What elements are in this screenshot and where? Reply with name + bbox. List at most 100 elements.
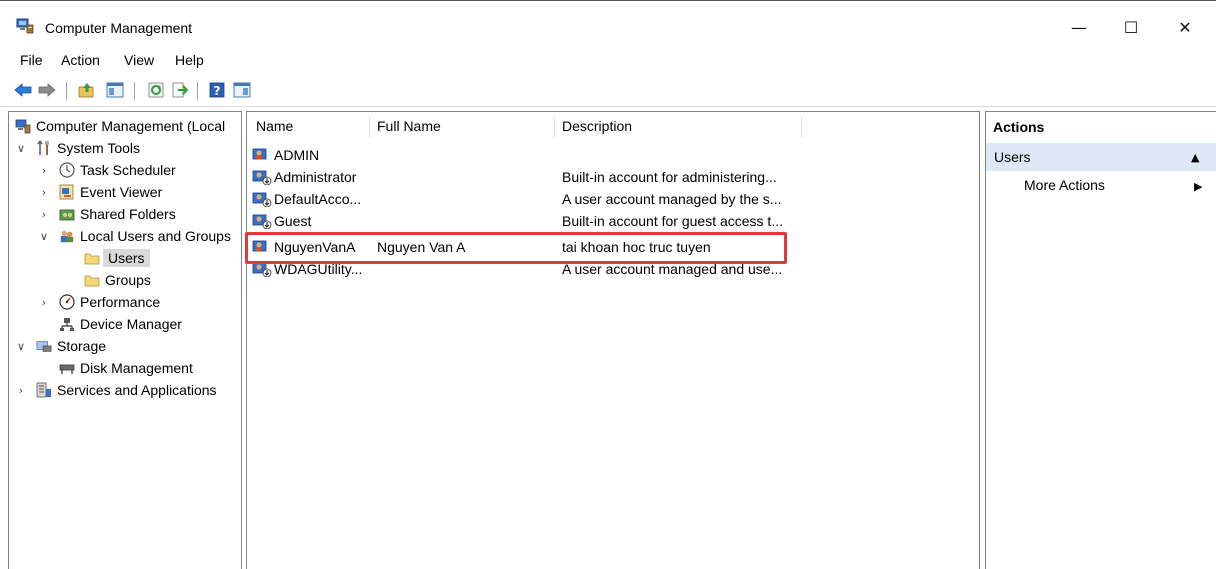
list-item[interactable]: WDAGUtility... A user account managed an… <box>247 258 979 280</box>
user-icon <box>252 147 272 163</box>
menu-view[interactable]: View <box>124 52 154 68</box>
toolbar: ? <box>0 75 1216 107</box>
performance-icon <box>59 294 75 310</box>
column-header-description[interactable]: Description <box>562 118 632 134</box>
tree-label: Disk Management <box>80 360 193 376</box>
list-item[interactable]: DefaultAcco... A user account managed by… <box>247 188 979 210</box>
show-hide-tree-icon[interactable] <box>104 79 126 101</box>
window-title: Computer Management <box>45 20 193 36</box>
user-description: Built-in account for administering... <box>562 169 777 185</box>
tree-label: Services and Applications <box>57 382 217 398</box>
column-divider[interactable] <box>554 116 555 138</box>
tree-item-local-users-groups[interactable]: Local Users and Groups <box>59 225 231 247</box>
help-icon[interactable]: ? <box>206 79 228 101</box>
disk-icon <box>59 360 75 376</box>
computer-management-icon <box>16 18 34 34</box>
folder-icon <box>84 250 100 266</box>
chevron-right-icon[interactable]: › <box>38 208 50 221</box>
actions-pane: Actions Users ▲ More Actions ▶ <box>985 111 1216 569</box>
tree-label: Storage <box>57 338 107 354</box>
up-folder-icon[interactable] <box>76 79 98 101</box>
disabled-user-icon <box>252 261 272 278</box>
users-group-icon <box>59 228 75 244</box>
chevron-right-icon[interactable]: › <box>38 296 50 309</box>
tree-label: Groups <box>105 272 151 288</box>
chevron-right-icon[interactable]: › <box>38 186 50 199</box>
tree-item-device-manager[interactable]: Device Manager <box>59 313 182 335</box>
menu-action[interactable]: Action <box>61 52 100 68</box>
menu-help[interactable]: Help <box>175 52 204 68</box>
tree-item-task-scheduler[interactable]: Task Scheduler <box>59 159 176 181</box>
svg-text:?: ? <box>214 84 221 98</box>
tree-item-shared-folders[interactable]: Shared Folders <box>59 203 176 225</box>
tools-icon <box>36 140 52 156</box>
minimize-button[interactable]: — <box>1056 9 1102 45</box>
device-manager-icon <box>59 316 75 332</box>
toolbar-separator <box>66 82 67 100</box>
tree-label: Event Viewer <box>80 184 163 200</box>
chevron-right-icon[interactable]: › <box>38 164 50 177</box>
chevron-down-icon[interactable]: ∨ <box>38 230 50 243</box>
toolbar-separator <box>197 82 198 100</box>
title-bar: Computer Management — ☐ ✕ <box>0 0 1216 44</box>
tree-label: System Tools <box>57 140 140 156</box>
tree-item-computer-management[interactable]: Computer Management (Local <box>15 115 225 137</box>
tree-item-users[interactable]: Users <box>84 247 150 269</box>
actions-header: Actions <box>993 119 1045 135</box>
export-list-icon[interactable] <box>169 79 191 101</box>
tree-item-disk-management[interactable]: Disk Management <box>59 357 193 379</box>
disabled-user-icon <box>252 191 272 208</box>
user-name: DefaultAcco... <box>274 191 362 207</box>
tree-label: Task Scheduler <box>80 162 176 178</box>
forward-arrow-icon[interactable] <box>36 79 58 101</box>
menu-file[interactable]: File <box>20 52 43 68</box>
chevron-right-icon[interactable]: › <box>15 384 27 397</box>
user-description: A user account managed and use... <box>562 261 783 277</box>
submenu-arrow-icon: ▶ <box>1194 180 1203 193</box>
users-list-view: Name Full Name Description ADMIN Adminis… <box>246 111 980 569</box>
list-item[interactable]: Guest Built-in account for guest access … <box>247 210 979 232</box>
back-arrow-icon[interactable] <box>12 79 34 101</box>
tree-item-event-viewer[interactable]: Event Viewer <box>59 181 162 203</box>
close-button[interactable]: ✕ <box>1162 9 1208 45</box>
column-header-full-name[interactable]: Full Name <box>377 118 441 134</box>
chevron-down-icon[interactable]: ∨ <box>15 340 27 353</box>
tree-label: Device Manager <box>80 316 182 332</box>
console-tree: Computer Management (Local ∨ System Tool… <box>8 111 242 569</box>
folder-icon <box>84 272 100 288</box>
tree-label: Users <box>103 249 150 267</box>
more-actions-label: More Actions <box>1024 177 1105 193</box>
tree-label: Performance <box>80 294 161 310</box>
tree-item-performance[interactable]: Performance <box>59 291 160 313</box>
disabled-user-icon <box>252 213 272 230</box>
show-hide-action-pane-icon[interactable] <box>231 79 253 101</box>
actions-section-label: Users <box>994 149 1031 165</box>
tree-item-storage[interactable]: Storage <box>36 335 106 357</box>
actions-section-users[interactable]: Users ▲ <box>986 143 1216 171</box>
more-actions-item[interactable]: More Actions ▶ <box>986 174 1216 200</box>
maximize-button[interactable]: ☐ <box>1108 9 1154 45</box>
chevron-down-icon[interactable]: ∨ <box>15 142 27 155</box>
user-name: NguyenVanA <box>274 239 356 255</box>
computer-management-icon <box>15 118 31 134</box>
user-description: tai khoan hoc truc tuyen <box>562 239 711 255</box>
user-icon <box>252 239 272 255</box>
tree-label: Computer Management (Local <box>36 118 226 134</box>
user-description: A user account managed by the s... <box>562 191 782 207</box>
list-item[interactable]: NguyenVanA Nguyen Van A tai khoan hoc tr… <box>247 236 979 258</box>
column-divider[interactable] <box>369 116 370 138</box>
refresh-icon[interactable] <box>145 79 167 101</box>
storage-icon <box>36 338 52 354</box>
collapse-arrow-icon[interactable]: ▲ <box>1191 151 1199 164</box>
list-item[interactable]: ADMIN <box>247 144 979 166</box>
user-name: Administrator <box>274 169 357 185</box>
toolbar-separator <box>134 82 135 100</box>
tree-item-services-applications[interactable]: Services and Applications <box>36 379 217 401</box>
tree-item-system-tools[interactable]: System Tools <box>36 137 140 159</box>
user-description: Built-in account for guest access t... <box>562 213 783 229</box>
user-name: Guest <box>274 213 312 229</box>
list-item[interactable]: Administrator Built-in account for admin… <box>247 166 979 188</box>
column-header-name[interactable]: Name <box>256 118 293 134</box>
column-divider[interactable] <box>801 116 802 138</box>
tree-item-groups[interactable]: Groups <box>84 269 151 291</box>
